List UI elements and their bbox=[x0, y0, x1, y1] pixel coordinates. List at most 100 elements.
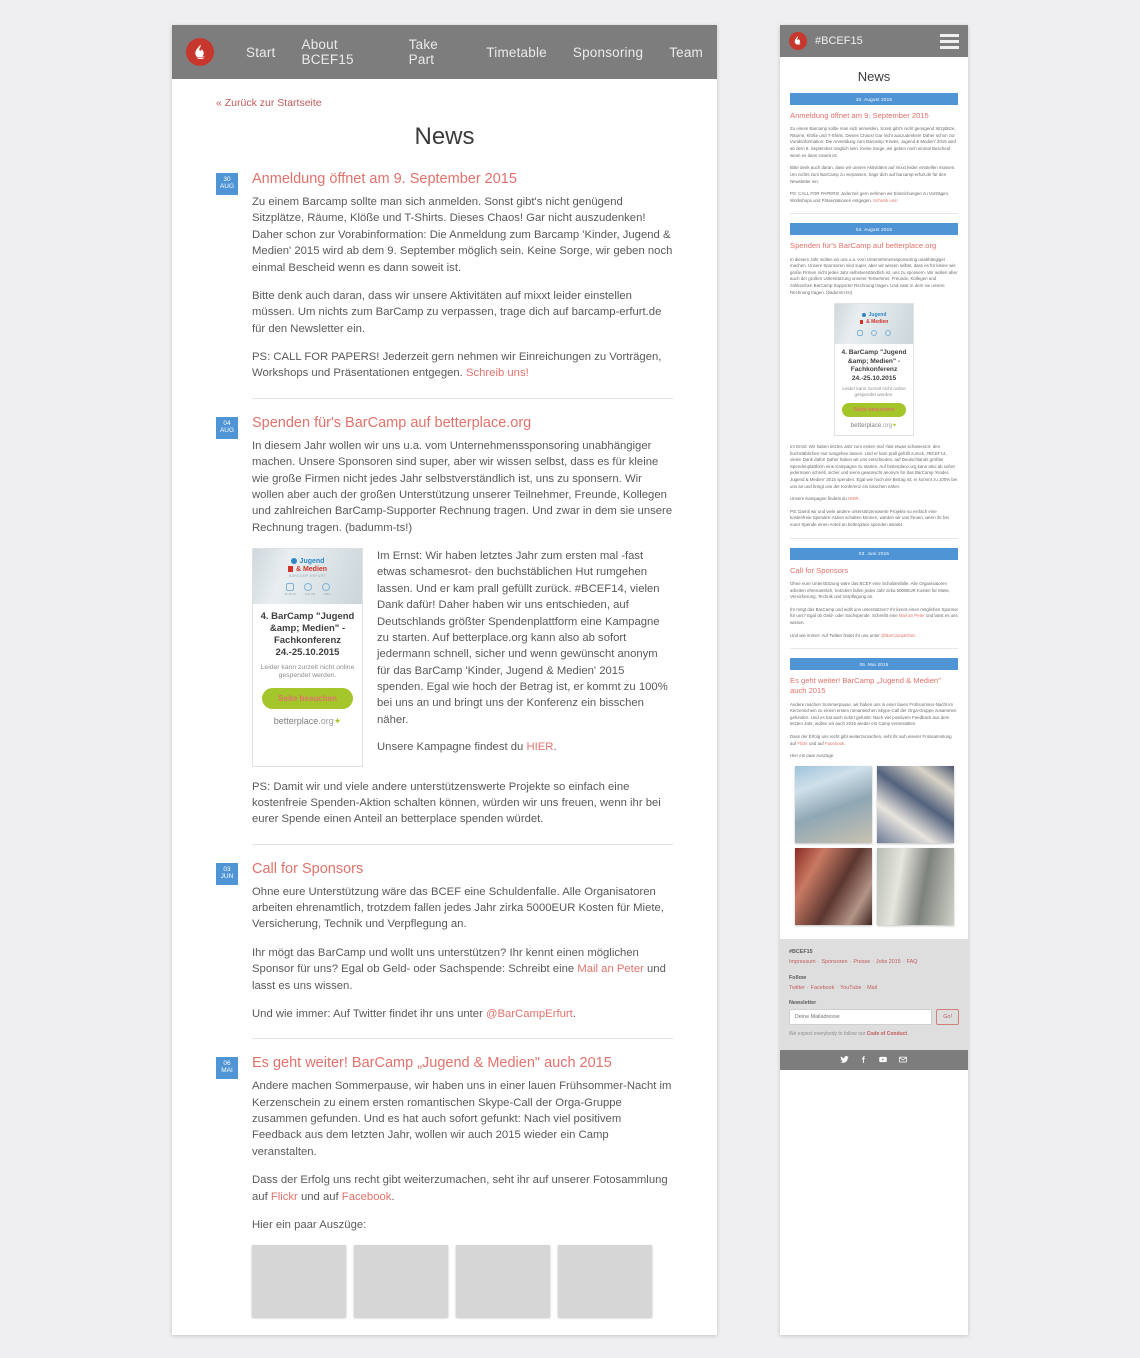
mobile-article-title: Es geht weiter! BarCamp „Jugend & Medien… bbox=[790, 676, 941, 696]
nav-item-sponsoring[interactable]: Sponsoring bbox=[573, 45, 643, 60]
mobile-article-title: Anmeldung öffnet am 9. September 2015 bbox=[790, 111, 929, 120]
betterplace-star-icon: ✦ bbox=[892, 421, 898, 429]
widget-preview-image: Jugend & Medien BARCAMP ERFURT 24.-25.10… bbox=[253, 549, 362, 604]
mobile-footer-link-presse[interactable]: Presse bbox=[853, 959, 870, 965]
mobile-footer-bottom-bar bbox=[780, 1049, 968, 1070]
flame-logo-icon[interactable] bbox=[789, 32, 807, 50]
mobile-footer-link-impressum[interactable]: Impressum bbox=[789, 959, 816, 965]
brand-bold: betterplace bbox=[850, 421, 882, 429]
article-divider bbox=[252, 397, 673, 399]
campaign-link[interactable]: HIER bbox=[526, 741, 553, 753]
article-paragraph: Bitte denk auch daran, dass wir unsere A… bbox=[252, 289, 662, 335]
betterplace-widget-row: Jugend & Medien BARCAMP ERFURT 24.-25.10… bbox=[252, 548, 673, 767]
flame-logo-icon[interactable] bbox=[186, 38, 214, 66]
mobile-paragraph: Dass der Erfolg uns recht gibt weiterzum… bbox=[790, 734, 958, 747]
widget-image-label-1: Jugend bbox=[299, 557, 325, 565]
mobile-date-bar: 30. August 2015 bbox=[790, 93, 958, 105]
gallery-photo[interactable] bbox=[558, 1245, 652, 1318]
mobile-betterplace-widget[interactable]: Jugend & Medien 4. BarCamp "Jugend &amp;… bbox=[834, 303, 914, 436]
nav-item-timetable[interactable]: Timetable bbox=[486, 45, 547, 60]
mobile-newsletter-email-input[interactable] bbox=[789, 1009, 933, 1026]
nav-item-take-part[interactable]: Take Part bbox=[409, 37, 461, 67]
news-article: 04 AUG Spenden für's BarCamp auf betterp… bbox=[216, 415, 673, 828]
nav-item-team[interactable]: Team bbox=[669, 45, 703, 60]
betterplace-star-icon: ✦ bbox=[333, 716, 342, 727]
mobile-twitter-handle-link[interactable]: @BarCampErfurt bbox=[881, 633, 915, 638]
mobile-paragraph: PS: Damit wir und viele andere unterstüt… bbox=[790, 508, 949, 528]
widget-image-meta: 24.-25.10. 9-17 Uhr Erfurt bbox=[284, 592, 331, 596]
mail-to-peter-link[interactable]: Mail an Peter bbox=[577, 963, 644, 975]
mobile-paragraph: Ohne eure Unterstützung wäre das BCEF ei… bbox=[790, 580, 951, 600]
article-paragraph: Ohne eure Unterstützung wäre das BCEF ei… bbox=[252, 885, 664, 931]
mobile-visit-page-button[interactable]: Seite besuchen bbox=[842, 402, 906, 417]
nav-item-start[interactable]: Start bbox=[246, 45, 276, 60]
gallery-photo[interactable] bbox=[456, 1245, 550, 1318]
mobile-date-bar: 04. August 2015 bbox=[790, 223, 958, 236]
mobile-mail-to-peter-link[interactable]: Mail an Peter bbox=[899, 613, 925, 618]
mobile-footer-link-twitter[interactable]: Twitter bbox=[789, 985, 805, 991]
flickr-link[interactable]: Flickr bbox=[271, 1191, 298, 1203]
mobile-flickr-link[interactable]: Flickr bbox=[797, 741, 808, 746]
mobile-article-title: Call for Sponsors bbox=[790, 565, 849, 575]
back-to-home-link[interactable]: « Zurück zur Startseite bbox=[216, 97, 322, 109]
article-divider bbox=[252, 1038, 673, 1040]
facebook-link[interactable]: Facebook bbox=[342, 1191, 392, 1203]
mobile-campaign-link[interactable]: HIER bbox=[848, 496, 859, 501]
twitter-icon[interactable] bbox=[840, 1055, 849, 1064]
mobile-footer-link-facebook[interactable]: Facebook bbox=[811, 985, 835, 991]
nav-item-about[interactable]: About BCEF15 bbox=[302, 37, 383, 67]
news-article: 06 MAI Es geht weiter! BarCamp „Jugend &… bbox=[216, 1055, 673, 1318]
widget-note: Leider kann zurzeit nicht online gespend… bbox=[260, 663, 355, 680]
mobile-facebook-link[interactable]: Facebook bbox=[825, 741, 844, 746]
date-badge: 06 MAI bbox=[216, 1057, 238, 1080]
desktop-viewport: Start About BCEF15 Take Part Timetable S… bbox=[172, 25, 717, 1335]
mobile-footer-link-sponsoren[interactable]: Sponsoren bbox=[821, 959, 847, 965]
gallery-photo[interactable] bbox=[794, 765, 872, 843]
article-paragraph: In diesem Jahr wollen wir uns u.a. vom U… bbox=[252, 439, 673, 534]
gallery-photo[interactable] bbox=[252, 1245, 346, 1318]
betterplace-brand: betterplace.org✦ bbox=[835, 417, 913, 435]
article-paragraph: Im Ernst: Wir haben letztes Jahr zum ers… bbox=[377, 550, 668, 726]
twitter-handle-link[interactable]: @BarCampErfurt bbox=[486, 1008, 573, 1020]
mobile-news-article: Anmeldung öffnet am 9. September 2015 Zu… bbox=[790, 111, 958, 204]
mail-icon[interactable] bbox=[898, 1055, 908, 1064]
write-us-link[interactable]: Schreib uns! bbox=[466, 367, 529, 379]
hamburger-menu-icon[interactable] bbox=[940, 33, 959, 49]
mobile-paragraph: Im Ernst: Wir haben letztes Jahr zum ers… bbox=[790, 443, 958, 489]
widget-image-label-1: Jugend bbox=[868, 312, 887, 319]
article-title: Anmeldung öffnet am 9. September 2015 bbox=[252, 171, 517, 187]
widget-note: Leider kann zurzeit nicht online gespend… bbox=[842, 386, 906, 397]
mobile-footer-link-youtube[interactable]: YouTube bbox=[840, 985, 861, 991]
article-title: Es geht weiter! BarCamp „Jugend & Medien… bbox=[252, 1055, 612, 1072]
mobile-footer-link-jobs[interactable]: Jobs 2015 bbox=[876, 959, 901, 965]
mobile-date-bar: 03. Juni 2015 bbox=[790, 547, 958, 560]
mobile-write-us-link[interactable]: Schreib uns! bbox=[873, 198, 897, 203]
mobile-note-suffix: . bbox=[907, 1031, 909, 1038]
gallery-photo[interactable] bbox=[876, 765, 954, 843]
gallery-photo[interactable] bbox=[354, 1245, 448, 1318]
mobile-footer-link-mail[interactable]: Mail bbox=[867, 985, 877, 991]
date-month: AUG bbox=[219, 426, 235, 434]
gallery-photo[interactable] bbox=[876, 847, 954, 925]
youtube-icon[interactable] bbox=[878, 1055, 888, 1064]
article-divider bbox=[252, 843, 673, 845]
article-paragraph: Dass der Erfolg uns recht gibt weiterzum… bbox=[252, 1172, 673, 1205]
mobile-code-of-conduct-link[interactable]: Code of Conduct bbox=[867, 1031, 907, 1037]
visit-page-button[interactable]: Seite besuchen bbox=[262, 688, 353, 710]
facebook-icon[interactable] bbox=[859, 1055, 868, 1064]
mobile-viewport: #BCEF15 News 30. August 2015 Anmeldung ö… bbox=[780, 25, 968, 1335]
mobile-newsletter-submit-button[interactable]: Go! bbox=[936, 1009, 959, 1026]
widget-image-label-2: & Medien bbox=[866, 319, 889, 326]
mobile-paragraph: Unsere Kampagne findest du HIER. bbox=[790, 496, 860, 502]
article-paragraph: PS: Damit wir und viele andere unterstüt… bbox=[252, 780, 661, 826]
gallery-photo[interactable] bbox=[794, 847, 872, 925]
brand-rest: .org bbox=[881, 421, 893, 429]
date-badge: 03 JUN bbox=[216, 862, 238, 885]
news-article: 30 AUG Anmeldung öffnet am 9. September … bbox=[216, 171, 673, 382]
date-month: JUN bbox=[220, 872, 234, 880]
mobile-news-article: Call for Sponsors Ohne eure Unterstützun… bbox=[790, 566, 958, 640]
mobile-footer-link-faq[interactable]: FAQ bbox=[907, 959, 918, 965]
campaign-text: Unsere Kampagne findest du bbox=[377, 741, 527, 754]
mobile-footer-col1-title: #BCEF15 bbox=[789, 948, 813, 955]
betterplace-widget[interactable]: Jugend & Medien BARCAMP ERFURT 24.-25.10… bbox=[252, 548, 363, 767]
